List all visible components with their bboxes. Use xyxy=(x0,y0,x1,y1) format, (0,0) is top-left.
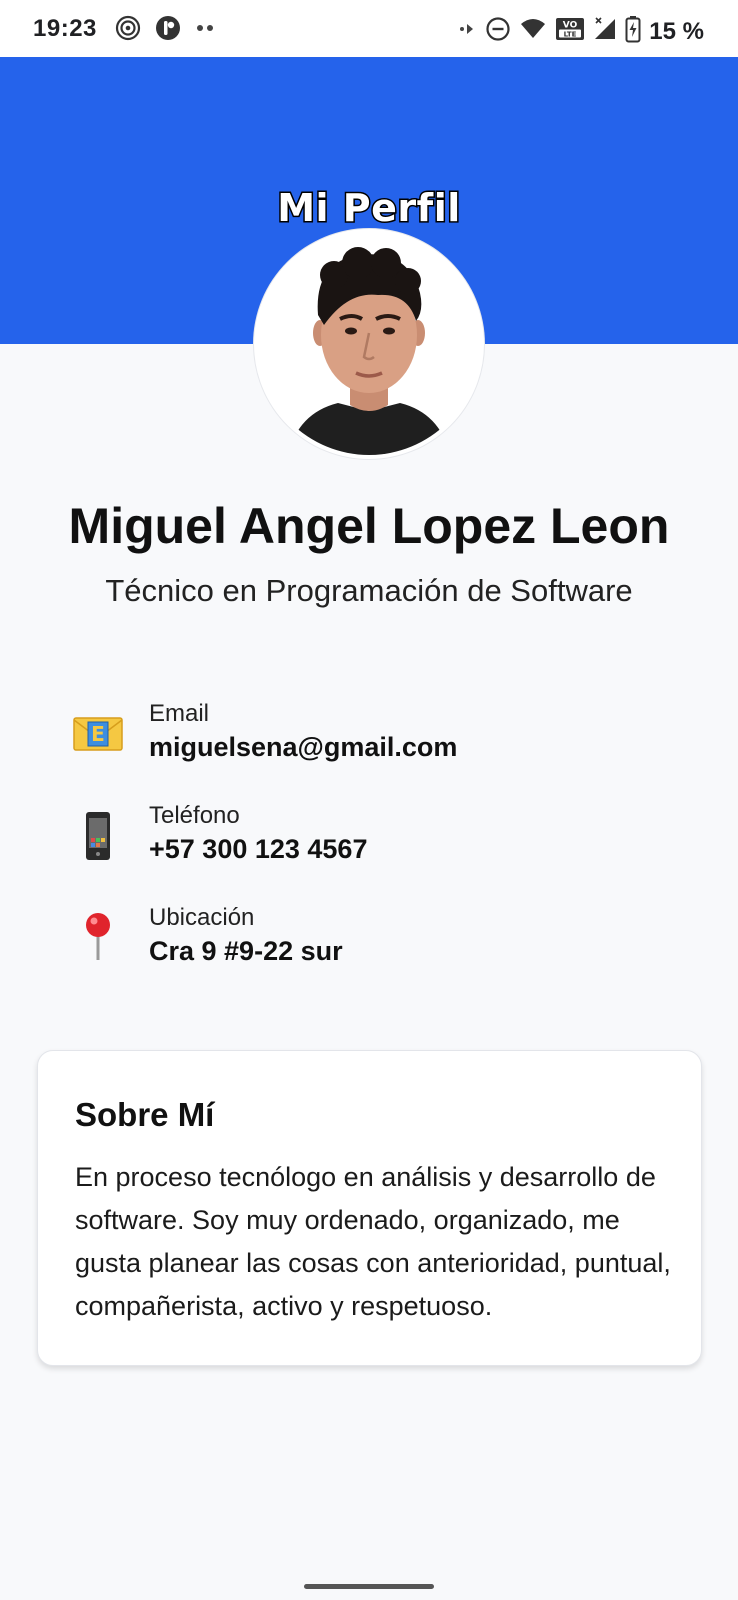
home-indicator[interactable] xyxy=(304,1584,434,1589)
volte-icon: VO LTE xyxy=(555,16,585,47)
about-text: En proceso tecnólogo en análisis y desar… xyxy=(75,1162,671,1321)
status-time: 19:23 xyxy=(33,15,97,42)
profile-role: Técnico en Programación de Software xyxy=(105,573,633,608)
envelope-icon: E xyxy=(72,708,124,760)
data-activity-icon xyxy=(457,16,477,47)
wifi-icon xyxy=(519,16,547,47)
avatar xyxy=(254,229,484,459)
svg-text:E: E xyxy=(91,722,105,746)
about-card: Sobre Mí En proceso tecnólogo en análisi… xyxy=(37,1050,702,1366)
contact-row-phone[interactable]: Teléfono +57 300 123 4567 xyxy=(0,802,738,882)
status-bar: 19:23 VO LTE 15 % xyxy=(0,0,738,57)
profile-name: Miguel Angel Lopez Leon xyxy=(68,498,670,554)
do-not-disturb-icon xyxy=(485,16,511,47)
signal-icon xyxy=(593,16,617,47)
status-left-icons xyxy=(115,15,217,46)
contact-row-email[interactable]: E Email miguelsena@gmail.com xyxy=(0,700,738,780)
hotspot-icon xyxy=(115,15,141,46)
map-pin-icon xyxy=(72,910,124,962)
contact-value-phone[interactable]: +57 300 123 4567 xyxy=(149,834,367,865)
contact-label-phone: Teléfono xyxy=(149,802,240,829)
more-dots-icon xyxy=(195,15,217,46)
contact-value-location[interactable]: Cra 9 #9-22 sur xyxy=(149,936,343,967)
app-notification-icon xyxy=(155,15,181,46)
svg-text:LTE: LTE xyxy=(564,31,577,39)
contact-value-email[interactable]: miguelsena@gmail.com xyxy=(149,732,457,763)
about-title: Sobre Mí xyxy=(75,1096,215,1133)
status-right-icons: VO LTE 15 % xyxy=(457,15,704,48)
battery-percent: 15 % xyxy=(649,17,704,45)
contact-row-location[interactable]: Ubicación Cra 9 #9-22 sur xyxy=(0,904,738,984)
battery-charging-icon xyxy=(625,15,641,48)
contact-label-location: Ubicación xyxy=(149,904,255,931)
mobile-phone-icon xyxy=(72,810,124,862)
contact-label-email: Email xyxy=(149,700,210,727)
page-title: Mi Perfil xyxy=(276,185,462,232)
svg-text:VO: VO xyxy=(563,21,578,31)
profile-screen: 19:23 VO LTE 15 % Mi Perfil Miguel Angel… xyxy=(0,0,738,1600)
